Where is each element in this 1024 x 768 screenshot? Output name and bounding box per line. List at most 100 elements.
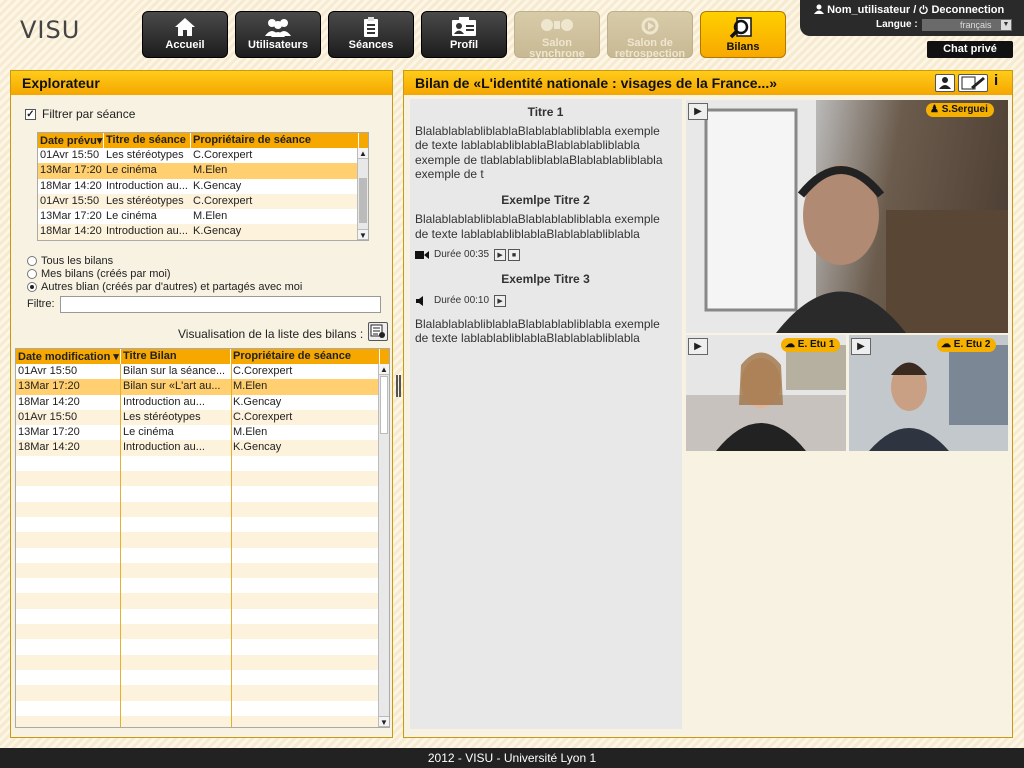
chat-prive-button[interactable]: Chat privé	[927, 41, 1013, 58]
column-header-date-modif[interactable]: Date modification ▾	[16, 349, 121, 364]
username-link[interactable]: Nom_utilisateur	[827, 4, 910, 16]
sessions-table-header: Date prévu▾ Titre de séance Propriétaire…	[38, 133, 368, 148]
home-icon	[175, 18, 195, 36]
app-logo: VISU	[20, 16, 81, 44]
column-header-titre-bilan[interactable]: Titre Bilan	[121, 349, 231, 364]
radio-icon[interactable]	[27, 269, 37, 279]
column-header-date[interactable]: Date prévu▾	[38, 133, 104, 148]
filter-checkbox[interactable]: ✓	[25, 108, 36, 120]
etu1-video[interactable]: ▶ ☁ E. Etu 1	[686, 335, 846, 451]
radio-icon[interactable]	[27, 282, 37, 292]
speaker-icon	[416, 296, 423, 307]
column-header-owner[interactable]: Propriétaire de séance	[191, 133, 359, 148]
empty-row	[16, 455, 389, 472]
table-row[interactable]: 18Mar 14:20 Introduction au... K.Gencay	[38, 178, 368, 194]
radio-tous-bilans[interactable]: Tous les bilans	[27, 255, 302, 267]
play-icon[interactable]: ▶	[494, 295, 507, 308]
table-row[interactable]: 18Mar 14:20 Introduction au... K.Gencay	[16, 394, 389, 410]
info-icon[interactable]: i	[994, 72, 998, 89]
bilans-table: Date modification ▾ Titre Bilan Propriét…	[15, 348, 390, 728]
table-row[interactable]: 01Avr 15:50 Bilan sur la séance... C.Corex…	[16, 364, 389, 380]
column-header-owner[interactable]: Propriétaire de séance	[231, 349, 380, 364]
nav-salon-retrospection-button[interactable]: Salon de retrospection	[607, 11, 693, 60]
table-cell: K.Gencay	[193, 225, 242, 238]
sessions-scrollbar[interactable]: ▲ ▼	[357, 148, 368, 240]
nav-label: Accueil	[165, 39, 205, 51]
table-cell: Introduction au...	[123, 441, 205, 454]
radio-label: Mes bilans (créés par moi)	[41, 268, 171, 280]
table-cell: K.Gencay	[233, 395, 282, 408]
list-settings-icon	[370, 324, 385, 338]
table-row[interactable]: 01Avr 15:50 Les stéréotypes C.Corexpert	[38, 193, 368, 210]
radio-autres-bilans[interactable]: Autres blian (créés par d'autres) et par…	[27, 281, 302, 293]
main-video[interactable]: ▶ ♟ S.Serguei	[686, 100, 1008, 333]
table-cell: M.Elen	[193, 210, 228, 223]
empty-row	[16, 516, 389, 533]
radio-mes-bilans[interactable]: Mes bilans (créés par moi)	[27, 268, 302, 280]
table-cell: Le cinéma	[106, 164, 157, 177]
play-icon[interactable]: ▶	[688, 338, 708, 355]
empty-row	[16, 624, 389, 640]
table-row[interactable]: 13Mar 17:20 Le cinéma M.Elen	[16, 425, 389, 441]
participants-button[interactable]	[935, 74, 955, 92]
user-icon	[939, 77, 951, 89]
table-cell: Le cinéma	[123, 426, 174, 439]
radio-icon[interactable]	[27, 256, 37, 266]
table-row[interactable]: 13Mar 17:20 Le cinéma M.Elen	[38, 209, 368, 225]
video-user-name: E. Etu 2	[953, 339, 991, 350]
scroll-down-icon[interactable]: ▼	[358, 229, 368, 240]
users-icon	[265, 19, 291, 37]
table-row[interactable]: 18Mar 14:20 Introduction au... K.Gencay	[38, 224, 368, 240]
nav-accueil-button[interactable]: Accueil	[142, 11, 228, 58]
explorer-panel: Explorateur ✓ Filtrer par séance Date pr…	[10, 70, 393, 738]
logout-link[interactable]: Deconnection	[931, 4, 1004, 16]
column-header-title[interactable]: Titre de séance	[104, 133, 191, 148]
scroll-up-icon[interactable]: ▲	[358, 148, 368, 159]
etu2-video[interactable]: ▶ ☁ E. Etu 2	[849, 335, 1008, 451]
sessions-table-body: 01Avr 15:50 Les stéréotypes C.Corexpert 13M…	[38, 148, 368, 240]
play-icon[interactable]: ▶	[494, 249, 507, 262]
language-select[interactable]: français ▼	[922, 19, 1012, 31]
table-row[interactable]: 01Avr 15:50 Les stéréotypes C.Corexpert	[16, 409, 389, 426]
explorer-title: Explorateur	[11, 71, 392, 95]
filter-input[interactable]	[60, 296, 381, 313]
nav-utilisateurs-button[interactable]: Utilisateurs	[235, 11, 321, 58]
video-frame-etu2	[849, 335, 1008, 451]
table-cell: 18Mar 14:20	[40, 179, 102, 192]
table-cell: M.Elen	[233, 380, 268, 393]
nav-salon-synchrone-button[interactable]: Salon synchrone	[514, 11, 600, 60]
table-row[interactable]: 01Avr 15:50 Les stéréotypes C.Corexpert	[38, 148, 368, 164]
play-icon[interactable]: ▶	[688, 103, 708, 120]
table-row[interactable]: 13Mar 17:20 Le cinéma M.Elen	[38, 163, 368, 179]
scroll-down-icon[interactable]: ▼	[379, 716, 389, 727]
table-row[interactable]: 18Mar 14:20 Introduction au... K.Gencay	[16, 440, 389, 456]
edit-bilan-button[interactable]	[958, 74, 988, 92]
webcam-icon	[541, 19, 573, 31]
radio-label: Tous les bilans	[41, 255, 114, 267]
scroll-up-icon[interactable]: ▲	[379, 364, 389, 375]
nav-profil-button[interactable]: Profil	[421, 11, 507, 58]
play-icon[interactable]: ▶	[851, 338, 871, 355]
stop-icon[interactable]: ■	[508, 249, 521, 262]
bilan-panel: Bilan de «L'identité nationale : visages…	[403, 70, 1013, 738]
nav-seances-button[interactable]: Séances	[328, 11, 414, 58]
table-cell: Introduction au...	[106, 179, 188, 192]
panel-splitter[interactable]	[396, 375, 401, 397]
bilans-scrollbar[interactable]: ▲ ▼	[378, 364, 389, 727]
list-view-button[interactable]	[368, 322, 388, 341]
nav-bilans-button[interactable]: Bilans	[700, 11, 786, 58]
table-cell: Les stéréotypes	[106, 194, 184, 207]
bilan-title: Bilan de «L'identité nationale : visages…	[415, 75, 777, 91]
table-cell: 13Mar 17:20	[40, 210, 102, 223]
filter-by-session[interactable]: ✓ Filtrer par séance	[25, 107, 135, 121]
table-cell: 18Mar 14:20	[18, 395, 80, 408]
chevron-down-icon: ▼	[1001, 20, 1011, 30]
table-row[interactable]: 13Mar 17:20 Bilan sur «L'art au... M.Elen	[16, 379, 389, 395]
empty-row	[16, 608, 389, 625]
section-title: Exemlpe Titre 3	[501, 271, 590, 286]
section-title: Titre 1	[527, 105, 564, 119]
table-cell: M.Elen	[193, 164, 228, 177]
scroll-thumb[interactable]	[380, 376, 388, 434]
scroll-thumb[interactable]	[359, 178, 367, 223]
empty-row	[16, 639, 389, 655]
